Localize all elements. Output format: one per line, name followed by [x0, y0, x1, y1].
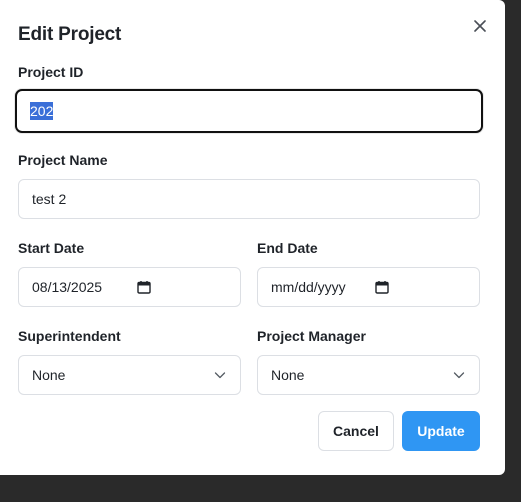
start-date-value: 08/13/2025	[32, 279, 103, 295]
start-date-label: Start Date	[18, 240, 85, 256]
project-name-input[interactable]: test 2	[18, 179, 480, 219]
cancel-button[interactable]: Cancel	[318, 411, 394, 451]
edit-project-dialog: Edit Project Project ID 202 Project Name…	[0, 0, 505, 475]
superintendent-label: Superintendent	[18, 328, 121, 344]
project-manager-label: Project Manager	[257, 328, 366, 344]
end-date-input[interactable]: mm/dd/yyyy	[257, 267, 480, 307]
project-id-label: Project ID	[18, 64, 84, 80]
end-date-label: End Date	[257, 240, 318, 256]
close-icon	[474, 20, 486, 32]
project-manager-select[interactable]: None	[257, 355, 480, 395]
project-id-value: 202	[30, 102, 54, 120]
update-button[interactable]: Update	[402, 411, 480, 451]
superintendent-select[interactable]: None	[18, 355, 241, 395]
chevron-down-icon	[214, 372, 226, 379]
start-date-input[interactable]: 08/13/2025	[18, 267, 241, 307]
calendar-icon[interactable]	[375, 280, 389, 294]
calendar-icon[interactable]	[137, 280, 151, 294]
project-name-label: Project Name	[18, 152, 108, 168]
project-manager-value: None	[271, 367, 305, 383]
end-date-value: mm/dd/yyyy	[271, 279, 346, 295]
superintendent-value: None	[32, 367, 66, 383]
project-id-input[interactable]: 202	[15, 89, 483, 133]
dialog-title: Edit Project	[18, 24, 122, 45]
chevron-down-icon	[453, 372, 465, 379]
close-button[interactable]	[469, 15, 491, 37]
project-name-value: test 2	[32, 191, 67, 207]
